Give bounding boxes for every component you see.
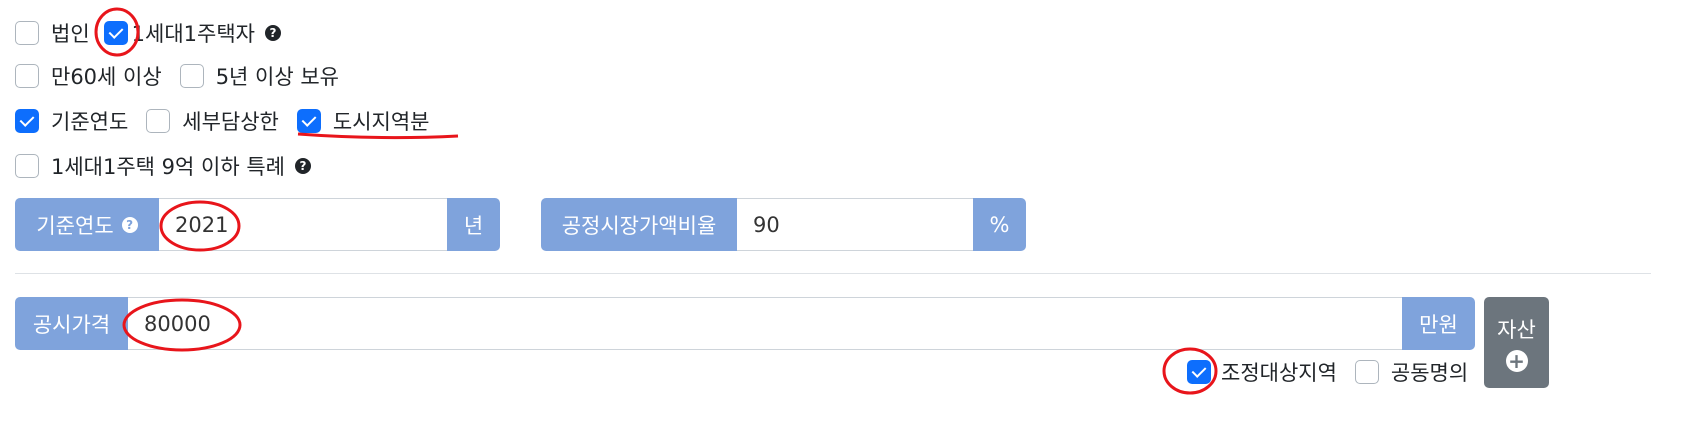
tax-burden-cap-label: 세부담상한 (182, 110, 279, 134)
age-60-label: 만60세 이상 (51, 65, 162, 89)
options-row-4: 1세대1주택 9억 이하 특례 ? (15, 151, 311, 181)
announced-price-group: 공시가격 80000 만원 (15, 297, 1475, 350)
market-ratio-label: 공정시장가액비율 (541, 198, 737, 251)
corporation-label: 법인 (51, 22, 90, 46)
corporation-checkbox[interactable] (15, 21, 39, 45)
base-year-group: 기준연도 ? 2021 년 (15, 198, 500, 251)
announced-price-unit: 만원 (1402, 297, 1475, 350)
adjustment-area-label: 조정대상지역 (1221, 361, 1337, 385)
base-year-label: 기준연도 (36, 213, 114, 238)
base-year-addon: 기준연도 ? (15, 198, 159, 251)
special-case-label: 1세대1주택 9억 이하 특례 (51, 155, 285, 179)
plus-circle-icon: + (1505, 349, 1528, 372)
base-year-option-label: 기준연도 (51, 110, 129, 134)
market-ratio-group: 공정시장가액비율 90 % (541, 198, 1026, 251)
joint-ownership-checkbox[interactable] (1354, 360, 1379, 384)
joint-ownership-label: 공동명의 (1390, 361, 1469, 385)
market-ratio-unit: % (973, 198, 1026, 251)
options-row-3: 기준연도 세부담상한 도시지역분 (15, 106, 448, 136)
options-row-1: 법인 1세대1주택자 ? (15, 18, 281, 48)
bottom-options-row: 조정대상지역 공동명의 (1187, 357, 1468, 387)
special-case-checkbox[interactable] (15, 154, 39, 178)
options-row-2: 만60세 이상 5년 이상 보유 (15, 61, 357, 91)
one-household-one-house-checkbox[interactable] (103, 21, 128, 45)
age-60-checkbox[interactable] (15, 64, 39, 88)
urban-area-checkbox[interactable] (296, 109, 321, 133)
one-household-one-house-label: 1세대1주택자 (131, 22, 255, 46)
question-circle-icon[interactable]: ? (121, 216, 138, 233)
base-year-input[interactable]: 2021 (159, 198, 447, 251)
urban-area-label: 도시지역분 (332, 110, 430, 134)
adjustment-area-checkbox[interactable] (1187, 360, 1211, 384)
question-circle-icon[interactable]: ? (295, 158, 311, 174)
add-asset-label: 자산 (1497, 317, 1536, 342)
base-year-checkbox[interactable] (15, 109, 39, 133)
question-circle-icon[interactable]: ? (264, 25, 281, 41)
announced-price-label: 공시가격 (15, 297, 128, 350)
base-year-unit: 년 (447, 198, 500, 251)
add-asset-button[interactable]: 자산 + (1484, 297, 1549, 388)
five-year-holding-label: 5년 이상 보유 (215, 65, 339, 89)
five-year-holding-checkbox[interactable] (179, 64, 204, 88)
tax-burden-cap-checkbox[interactable] (146, 109, 171, 133)
divider (15, 273, 1651, 274)
market-ratio-input[interactable]: 90 (737, 198, 973, 251)
announced-price-input[interactable]: 80000 (128, 297, 1402, 350)
